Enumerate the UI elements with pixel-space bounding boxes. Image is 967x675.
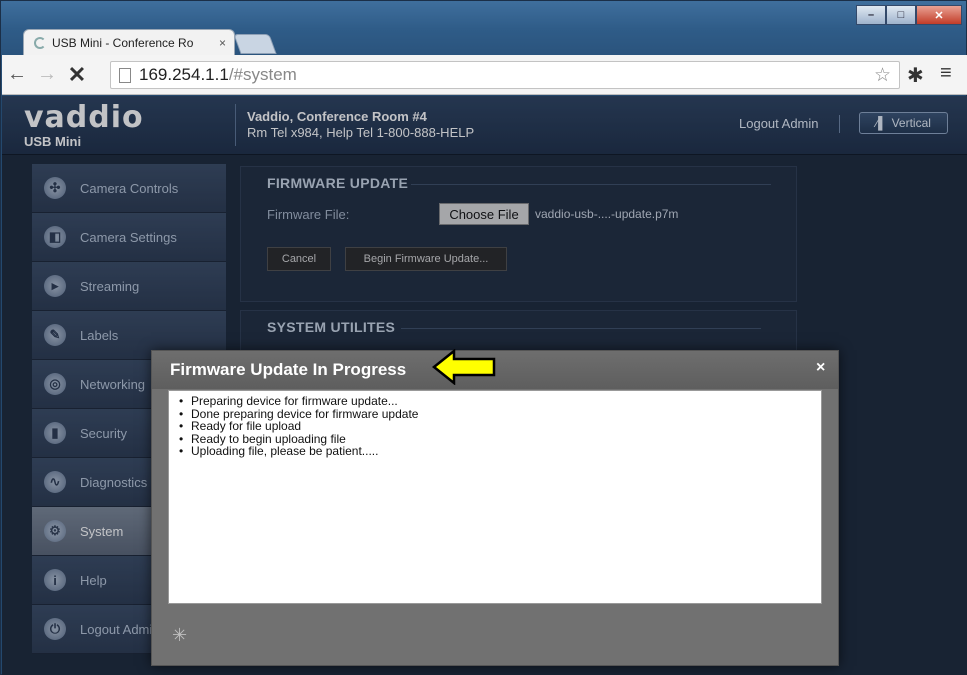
- back-button[interactable]: ←: [2, 63, 32, 86]
- extension-gear-icon[interactable]: ✱: [907, 63, 924, 88]
- tab-title: USB Mini - Conference Ro: [52, 35, 194, 50]
- page-icon: [119, 67, 131, 83]
- log-list: Preparing device for firmware update...D…: [179, 395, 821, 458]
- forward-button[interactable]: →: [32, 63, 62, 86]
- browser-tab[interactable]: USB Mini - Conference Ro ×: [23, 29, 235, 55]
- callout-arrow-icon: [432, 349, 496, 385]
- browser-toolbar: ← → ✕ 169.254.1.1/#system ☆ ✱ ≡: [2, 55, 967, 95]
- stop-button[interactable]: ✕: [62, 62, 92, 88]
- window-controls: – □ ✕: [856, 5, 962, 25]
- url-host: 169.254.1.1: [139, 65, 229, 84]
- log-entry: Uploading file, please be patient.....: [179, 445, 821, 458]
- browser-menu-icon[interactable]: ≡: [940, 62, 952, 85]
- url-path: /#system: [228, 65, 297, 84]
- loading-icon: [34, 36, 46, 49]
- tab-close-icon[interactable]: ×: [219, 36, 226, 50]
- minimize-button[interactable]: –: [856, 5, 886, 25]
- maximize-button[interactable]: □: [886, 5, 916, 25]
- new-tab-button[interactable]: [233, 34, 277, 54]
- bookmark-star-icon[interactable]: ☆: [874, 64, 891, 87]
- tab-strip: USB Mini - Conference Ro × – □ ✕: [1, 1, 967, 55]
- browser-window: USB Mini - Conference Ro × – □ ✕ ← → ✕ 1…: [0, 0, 967, 675]
- address-bar[interactable]: 169.254.1.1/#system: [110, 61, 900, 89]
- close-window-button[interactable]: ✕: [916, 5, 962, 25]
- log-entry: Ready for file upload: [179, 420, 821, 433]
- log-entry: Preparing device for firmware update...: [179, 395, 821, 408]
- vaddio-app: vaddio USB Mini Vaddio, Conference Room …: [2, 96, 967, 675]
- progress-spinner-icon: ✳: [172, 625, 188, 645]
- dialog-title: Firmware Update In Progress: [170, 360, 407, 379]
- firmware-progress-dialog: Firmware Update In Progress × Preparing …: [151, 350, 839, 666]
- dialog-close-icon[interactable]: ×: [816, 359, 825, 377]
- progress-log: Preparing device for firmware update...D…: [168, 390, 822, 604]
